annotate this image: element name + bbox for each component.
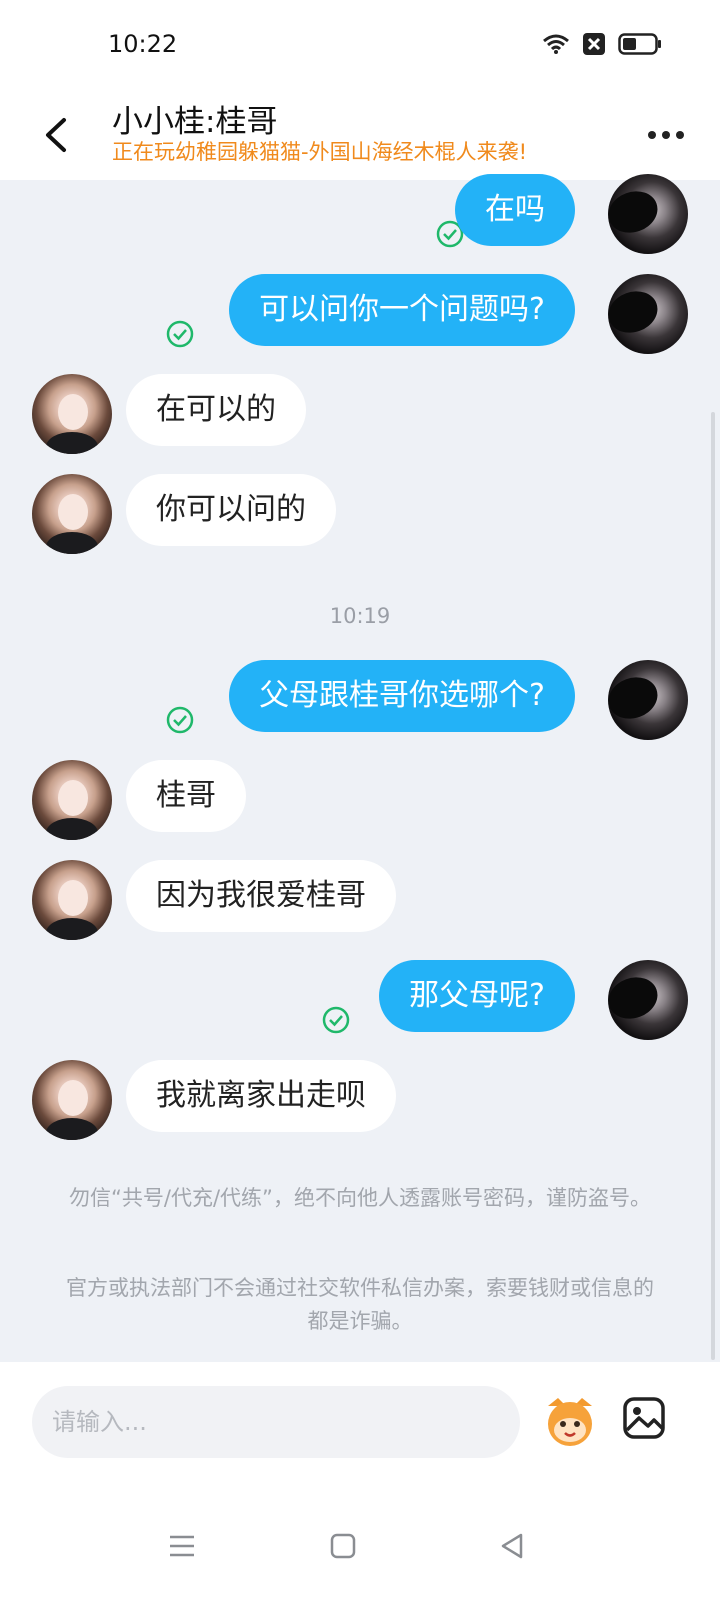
- read-check-icon: [166, 320, 194, 348]
- avatar-self[interactable]: [608, 274, 688, 354]
- message-bubble-incoming[interactable]: 你可以问的: [126, 474, 336, 546]
- read-check-icon: [322, 1006, 350, 1034]
- message-row-outgoing: 那父母呢?: [0, 960, 720, 1040]
- message-bubble-incoming[interactable]: 在可以的: [126, 374, 306, 446]
- message-row-incoming: 你可以问的: [0, 474, 720, 554]
- status-bar: 10:22: [0, 0, 720, 90]
- status-time: 10:22: [108, 30, 178, 58]
- menu-icon[interactable]: [162, 1526, 202, 1566]
- message-timestamp: 10:19: [329, 604, 391, 628]
- message-list[interactable]: 在吗 可以问你一个问题吗? 在可以的 你可以问的 10:19 父母跟桂哥你选哪个…: [0, 174, 720, 1402]
- message-input[interactable]: [32, 1386, 520, 1458]
- avatar-contact[interactable]: [32, 760, 112, 840]
- read-check-icon: [166, 706, 194, 734]
- avatar-self[interactable]: [608, 174, 688, 254]
- no-sim-icon: [583, 33, 605, 55]
- scrollbar[interactable]: [711, 412, 715, 1360]
- more-options-icon[interactable]: [646, 120, 686, 150]
- avatar-self[interactable]: [608, 960, 688, 1040]
- message-row-incoming: 因为我很爱桂哥: [0, 860, 720, 940]
- chat-header: 小小桂:桂哥 正在玩幼稚园躲猫猫-外国山海经木棍人来袭!: [0, 90, 720, 180]
- avatar-contact[interactable]: [32, 860, 112, 940]
- message-row-incoming: 桂哥: [0, 760, 720, 840]
- battery-icon: [618, 33, 661, 55]
- message-bubble-incoming[interactable]: 桂哥: [126, 760, 246, 832]
- chat-title: 小小桂:桂哥: [112, 104, 278, 140]
- home-square-icon[interactable]: [323, 1526, 363, 1566]
- image-picker-icon[interactable]: [622, 1396, 666, 1440]
- message-row-outgoing: 父母跟桂哥你选哪个?: [0, 660, 720, 740]
- status-icons: [542, 32, 662, 56]
- back-arrow-icon[interactable]: [38, 110, 78, 160]
- message-bubble-incoming[interactable]: 我就离家出走呗: [126, 1060, 396, 1132]
- system-nav-bar: [0, 1492, 720, 1612]
- message-bubble-outgoing[interactable]: 在吗: [455, 174, 575, 246]
- input-bar: [0, 1362, 720, 1492]
- chat-subtitle-game-status[interactable]: 正在玩幼稚园躲猫猫-外国山海经木棍人来袭!: [112, 136, 527, 166]
- message-row-incoming: 我就离家出走呗: [0, 1060, 720, 1140]
- back-triangle-icon[interactable]: [492, 1526, 532, 1566]
- message-row-outgoing: 可以问你一个问题吗?: [0, 274, 720, 354]
- avatar-self[interactable]: [608, 660, 688, 740]
- emoji-sticker-icon[interactable]: [540, 1392, 600, 1452]
- avatar-contact[interactable]: [32, 374, 112, 454]
- message-bubble-outgoing[interactable]: 可以问你一个问题吗?: [229, 274, 575, 346]
- message-bubble-incoming[interactable]: 因为我很爱桂哥: [126, 860, 396, 932]
- wifi-icon: [543, 34, 569, 54]
- message-bubble-outgoing[interactable]: 父母跟桂哥你选哪个?: [229, 660, 575, 732]
- message-bubble-outgoing[interactable]: 那父母呢?: [379, 960, 575, 1032]
- avatar-contact[interactable]: [32, 1060, 112, 1140]
- message-row-incoming: 在可以的: [0, 374, 720, 454]
- message-row-outgoing: 在吗: [0, 174, 720, 254]
- avatar-contact[interactable]: [32, 474, 112, 554]
- security-notice-account: 勿信“共号/代充/代练”，绝不向他人透露账号密码，谨防盗号。: [69, 1186, 651, 1210]
- security-notice-fraud: 官方或执法部门不会通过社交软件私信办案，索要钱财或信息的都是诈骗。: [66, 1276, 654, 1333]
